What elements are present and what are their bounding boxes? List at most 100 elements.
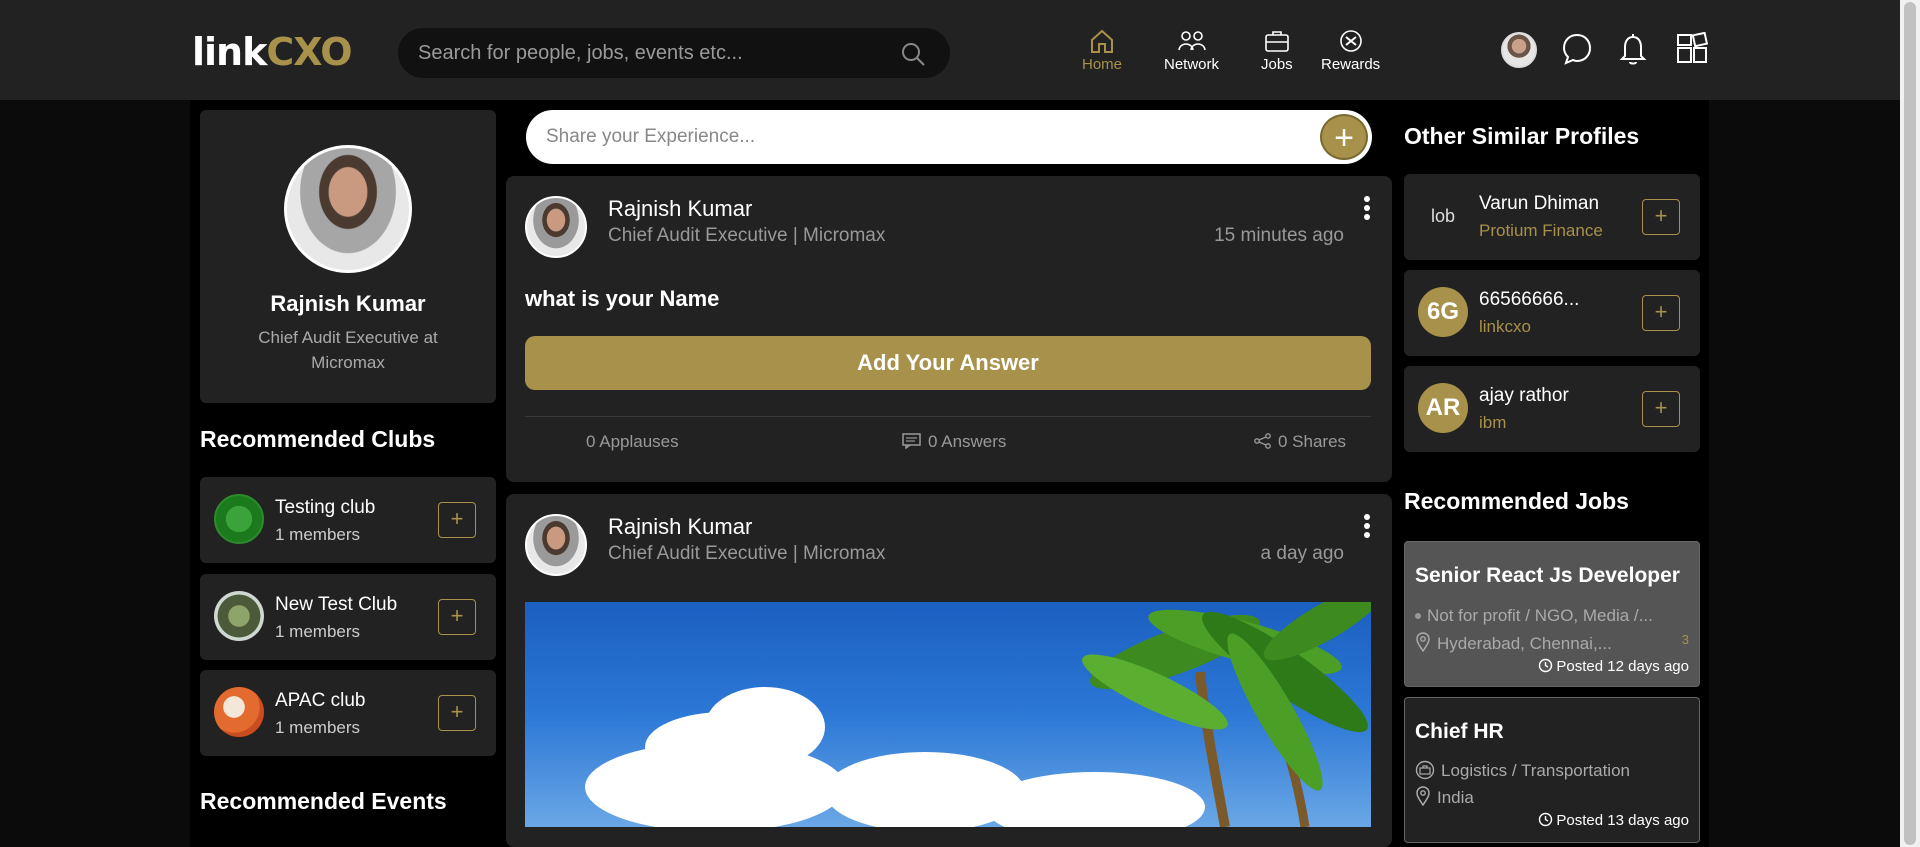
- search-icon[interactable]: [900, 41, 926, 67]
- nav-network[interactable]: Network: [1164, 28, 1219, 73]
- profile-avatar: [284, 145, 412, 273]
- clock-icon: [1539, 812, 1553, 827]
- shares-stat[interactable]: 0 Shares: [1254, 432, 1346, 452]
- clock-icon: [1539, 658, 1553, 673]
- author-avatar[interactable]: [525, 196, 587, 258]
- post-time: 15 minutes ago: [1214, 225, 1344, 246]
- similar-profile-card[interactable]: lob Varun Dhiman Protium Finance +: [1404, 174, 1700, 260]
- page-scrollbar[interactable]: [1900, 0, 1920, 847]
- nav-jobs-label: Jobs: [1261, 56, 1293, 73]
- network-icon: [1177, 31, 1206, 51]
- comment-icon: [902, 433, 921, 450]
- bullet-dot-icon: [1415, 613, 1421, 619]
- club-card[interactable]: APAC club 1 members +: [200, 670, 496, 756]
- add-answer-button[interactable]: Add Your Answer: [525, 336, 1371, 390]
- job-title: Senior React Js Developer: [1415, 564, 1680, 587]
- job-card[interactable]: Chief HR Logistics / Transportation Indi…: [1404, 697, 1700, 843]
- recommended-jobs-heading: Recommended Jobs: [1404, 488, 1629, 514]
- nav-jobs[interactable]: Jobs: [1261, 28, 1293, 73]
- nav-home-label: Home: [1082, 56, 1123, 73]
- profile-name: Rajnish Kumar: [270, 291, 426, 316]
- connect-button[interactable]: +: [1642, 199, 1680, 235]
- profile-company: Protium Finance: [1479, 221, 1603, 240]
- post-question: what is your Name: [525, 286, 720, 311]
- post-author-subtitle: Chief Audit Executive | Micromax: [608, 543, 886, 564]
- share-experience-input[interactable]: [546, 110, 1286, 164]
- job-posted: Posted 12 days ago: [1538, 658, 1689, 675]
- chat-icon[interactable]: [1561, 32, 1593, 66]
- post-divider: [525, 416, 1371, 417]
- club-card[interactable]: Testing club 1 members +: [200, 477, 496, 563]
- join-club-button[interactable]: +: [438, 695, 476, 731]
- profile-company: ibm: [1479, 413, 1507, 432]
- post-card: Rajnish Kumar Chief Audit Executive | Mi…: [506, 176, 1392, 482]
- logo-link-text: link: [192, 30, 267, 74]
- club-name: New Test Club: [275, 594, 398, 615]
- join-club-button[interactable]: +: [438, 599, 476, 635]
- profile-avatar-placeholder: lob: [1430, 206, 1456, 226]
- rewards-icon: [1339, 30, 1362, 52]
- search-input[interactable]: [418, 28, 888, 78]
- home-icon: [1091, 29, 1113, 53]
- job-posted: Posted 13 days ago: [1538, 812, 1689, 829]
- similar-profile-card[interactable]: AR ajay rathor ibm +: [1404, 366, 1700, 452]
- palm-tree-graphic: [1082, 602, 1371, 827]
- linkcxo-logo[interactable]: linkCXO: [192, 30, 353, 74]
- profile-initials-avatar: AR: [1418, 383, 1468, 433]
- scrollbar-thumb[interactable]: [1904, 2, 1916, 845]
- post-author-subtitle: Chief Audit Executive | Micromax: [608, 225, 886, 246]
- similar-profile-card[interactable]: 6G 66566666... linkcxo +: [1404, 270, 1700, 356]
- profile-name: Varun Dhiman: [1479, 193, 1600, 214]
- more-options-icon[interactable]: [1364, 196, 1372, 223]
- search-bar: [398, 28, 950, 78]
- location-pin-icon: [1416, 632, 1430, 653]
- logo-cxo-text: CXO: [266, 30, 352, 74]
- answers-count: 0 Answers: [928, 432, 1007, 451]
- share-post-button[interactable]: +: [1320, 114, 1368, 160]
- join-club-button[interactable]: +: [438, 502, 476, 538]
- nav-rewards[interactable]: Rewards: [1321, 28, 1380, 73]
- apps-grid-icon[interactable]: [1675, 32, 1709, 66]
- nav-network-label: Network: [1164, 56, 1220, 73]
- profile-company: linkcxo: [1479, 317, 1531, 336]
- profile-initials-avatar: 6G: [1418, 287, 1468, 337]
- profile-title: Chief Audit Executive at Micromax: [258, 328, 438, 372]
- main-content: Rajnish Kumar Chief Audit Executive at M…: [190, 100, 1709, 847]
- job-card[interactable]: Senior React Js Developer Not for profit…: [1404, 541, 1700, 687]
- profile-name: ajay rathor: [1479, 385, 1569, 406]
- bell-icon[interactable]: [1618, 32, 1648, 66]
- author-avatar[interactable]: [525, 514, 587, 576]
- post-author[interactable]: Rajnish Kumar: [608, 196, 752, 222]
- club-card[interactable]: New Test Club 1 members +: [200, 574, 496, 660]
- more-locations-count: 3: [1681, 632, 1689, 647]
- profile-card[interactable]: Rajnish Kumar Chief Audit Executive at M…: [200, 110, 496, 403]
- club-avatar: [214, 494, 264, 544]
- more-options-icon[interactable]: [1364, 514, 1372, 541]
- top-bar: linkCXO Home Network Jobs Rewards: [0, 0, 1900, 100]
- club-members: 1 members: [275, 525, 361, 544]
- post-image[interactable]: [525, 602, 1371, 827]
- club-members: 1 members: [275, 622, 361, 641]
- shares-count: 0 Shares: [1278, 432, 1347, 451]
- post-author[interactable]: Rajnish Kumar: [608, 514, 752, 540]
- connect-button[interactable]: +: [1642, 295, 1680, 331]
- user-avatar[interactable]: [1501, 32, 1537, 68]
- club-avatar: [214, 591, 264, 641]
- nav-rewards-label: Rewards: [1321, 56, 1381, 73]
- job-title: Chief HR: [1415, 720, 1504, 743]
- club-members: 1 members: [275, 718, 361, 737]
- job-location: Hyderabad, Chennai,...: [1415, 632, 1612, 654]
- club-name: APAC club: [275, 690, 366, 711]
- location-pin-icon: [1416, 786, 1430, 807]
- job-industry: Logistics / Transportation: [1415, 760, 1630, 781]
- post-card: Rajnish Kumar Chief Audit Executive | Mi…: [506, 494, 1392, 847]
- applauses-count[interactable]: 0 Applauses: [586, 432, 679, 452]
- club-name: Testing club: [275, 497, 376, 518]
- answers-stat[interactable]: 0 Answers: [902, 432, 1006, 452]
- recommended-clubs-heading: Recommended Clubs: [200, 426, 436, 452]
- similar-profiles-heading: Other Similar Profiles: [1404, 123, 1640, 149]
- connect-button[interactable]: +: [1642, 391, 1680, 427]
- job-industry: Not for profit / NGO, Media /...: [1415, 606, 1653, 626]
- share-icon: [1254, 433, 1271, 449]
- nav-home[interactable]: Home: [1082, 28, 1122, 73]
